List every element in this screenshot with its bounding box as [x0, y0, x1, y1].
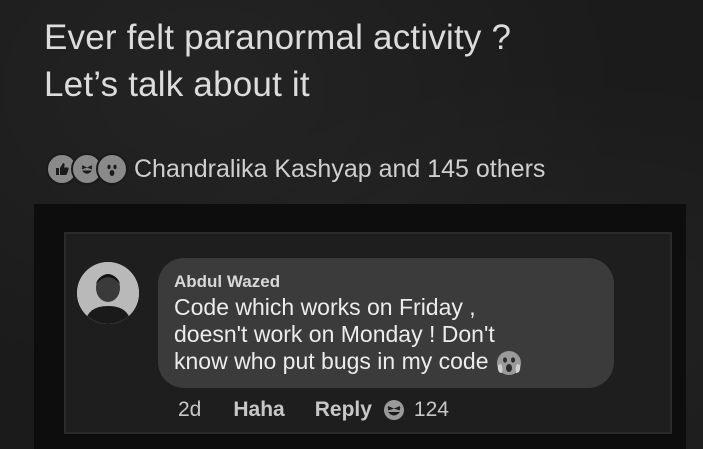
reactions-summary[interactable]: Chandralika Kashyap and 145 others	[134, 155, 545, 184]
post-title: Ever felt paranormal activity ? Let’s ta…	[44, 14, 684, 108]
comment-text-line-3-text: know who put bugs in my code	[174, 348, 489, 374]
scream-icon	[495, 349, 523, 377]
comment-text-line-3: know who put bugs in my code	[174, 348, 614, 377]
post-title-line-1: Ever felt paranormal activity ?	[44, 18, 512, 57]
comment-bubble: Abdul Wazed Code which works on Friday ,…	[158, 258, 614, 388]
comment-time: 2d	[178, 398, 202, 421]
comment-actions: 2d Haha Reply 124	[178, 392, 449, 428]
haha-button[interactable]: Haha	[233, 398, 284, 422]
comment-text: Code which works on Friday , doesn't wor…	[174, 294, 614, 377]
comment-text-line-1: Code which works on Friday ,	[174, 294, 476, 320]
avatar[interactable]	[77, 262, 139, 324]
reactions-bar[interactable]: Chandralika Kashyap and 145 others	[46, 152, 545, 186]
reaction-count[interactable]: 124	[414, 398, 449, 422]
post-title-line-2: Let’s talk about it	[44, 65, 310, 104]
haha-icon	[382, 398, 406, 422]
wow-icon	[96, 153, 128, 185]
comment-text-line-2: doesn't work on Monday ! Don't	[174, 321, 495, 347]
reply-button[interactable]: Reply	[315, 398, 372, 422]
comment-author[interactable]: Abdul Wazed	[174, 272, 600, 292]
reaction-icons	[46, 153, 128, 185]
